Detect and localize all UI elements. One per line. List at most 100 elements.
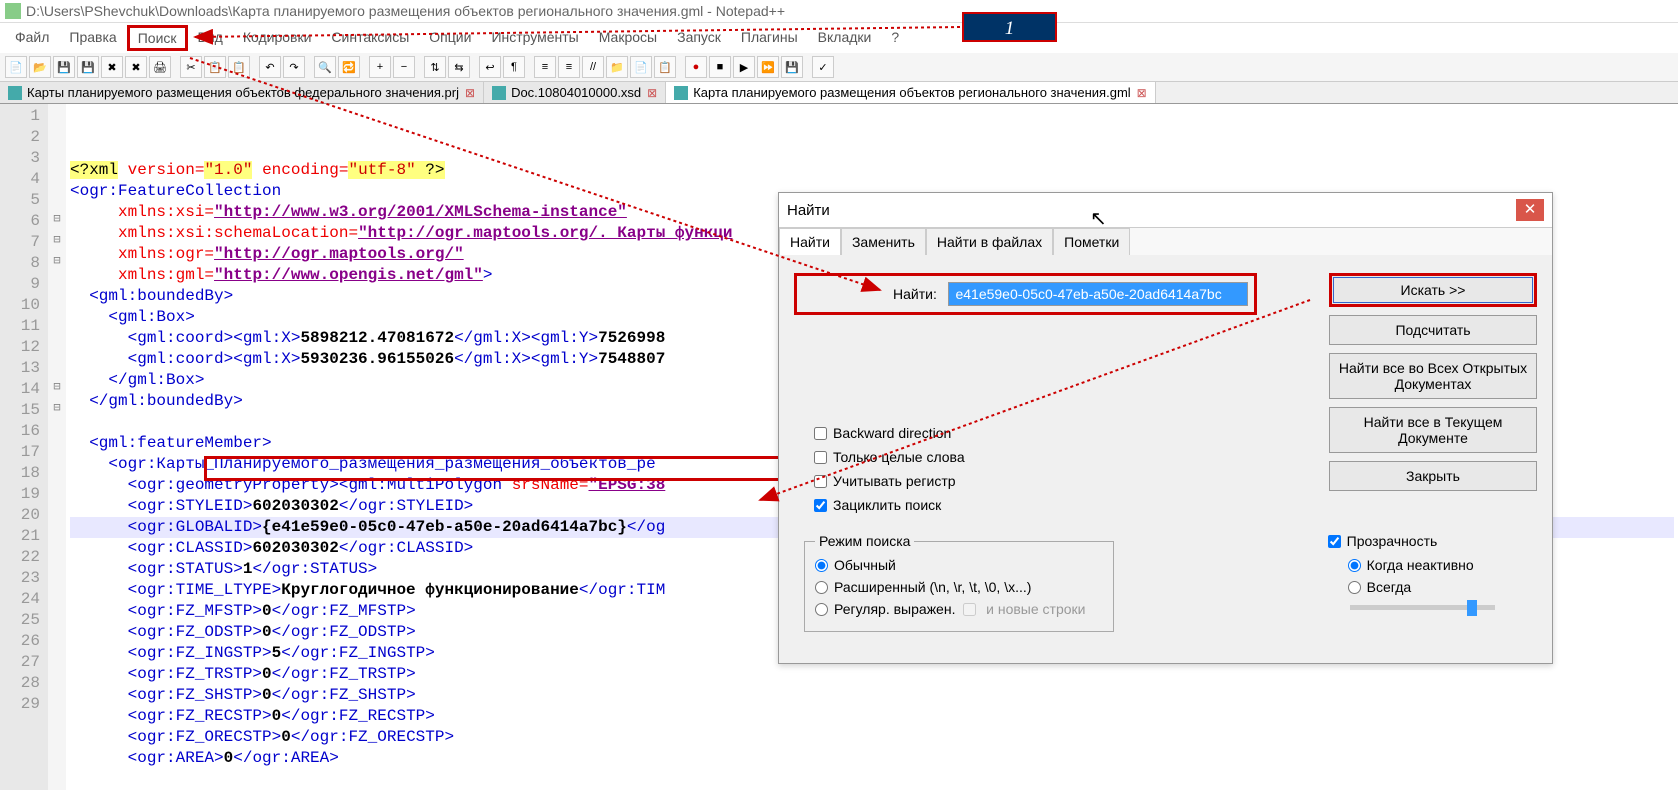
stop-icon[interactable]: ■: [709, 56, 731, 78]
zoom-out-icon[interactable]: −: [393, 56, 415, 78]
mode-extended-radio[interactable]: Расширенный (\n, \r, \t, \0, \x...): [815, 579, 1103, 595]
menu-item[interactable]: Кодировки: [233, 25, 322, 51]
file-icon: [8, 86, 22, 100]
search-mode-legend: Режим поиска: [815, 533, 914, 549]
find-tab[interactable]: Найти: [779, 228, 841, 255]
save-macro-icon[interactable]: 💾: [781, 56, 803, 78]
open-file-icon[interactable]: 📂: [29, 56, 51, 78]
menu-item[interactable]: Вид: [188, 25, 233, 51]
tab-bar: Карты планируемого размещения объектов ф…: [0, 82, 1678, 104]
sync-v-icon[interactable]: ⇅: [424, 56, 446, 78]
save-all-icon[interactable]: 💾: [77, 56, 99, 78]
menu-item[interactable]: Вкладки: [808, 25, 882, 51]
find-tab[interactable]: Заменить: [841, 228, 926, 255]
close-icon[interactable]: ✖: [101, 56, 123, 78]
app-icon: [5, 3, 21, 19]
undo-icon[interactable]: ↶: [259, 56, 281, 78]
menu-bar: ФайлПравкаПоискВидКодировкиСинтаксисыОпц…: [0, 23, 1678, 53]
count-button[interactable]: Подсчитать: [1329, 315, 1537, 345]
menu-item[interactable]: Инструменты: [481, 25, 588, 51]
close-icon[interactable]: ✕: [1516, 199, 1544, 221]
title-bar: D:\Users\PShevchuk\Downloads\Карта плани…: [0, 0, 1678, 23]
fold-column[interactable]: ⊟⊟⊟⊟⊟: [48, 104, 66, 790]
tab-label: Карты планируемого размещения объектов ф…: [27, 85, 459, 100]
menu-item[interactable]: Файл: [5, 25, 59, 51]
find-input[interactable]: [948, 282, 1248, 306]
close-button[interactable]: Закрыть: [1329, 461, 1537, 491]
wrap-icon[interactable]: ↩: [479, 56, 501, 78]
menu-item[interactable]: ?: [881, 25, 909, 51]
trans-inactive-radio[interactable]: Когда неактивно: [1348, 557, 1495, 573]
window-title: D:\Users\PShevchuk\Downloads\Карта плани…: [26, 3, 785, 19]
tab-close-icon[interactable]: ⊠: [465, 86, 475, 100]
indent-icon[interactable]: ≡: [534, 56, 556, 78]
save-icon[interactable]: 💾: [53, 56, 75, 78]
find-all-current-button[interactable]: Найти все в Текущем Документе: [1329, 407, 1537, 453]
menu-item[interactable]: Синтаксисы: [321, 25, 419, 51]
code-line[interactable]: <ogr:AREA>0</ogr:AREA>: [70, 748, 1674, 769]
code-line[interactable]: <?xml version="1.0" encoding="utf-8" ?>: [70, 160, 1674, 181]
menu-item[interactable]: Макросы: [589, 25, 667, 51]
wrap-checkbox[interactable]: Зациклить поиск: [814, 497, 1537, 513]
search-mode-group: Режим поиска Обычный Расширенный (\n, \r…: [804, 533, 1114, 632]
file-tab[interactable]: Карты планируемого размещения объектов ф…: [0, 82, 484, 103]
menu-item[interactable]: Поиск: [127, 25, 188, 51]
menu-item[interactable]: Плагины: [731, 25, 808, 51]
find-tabs: НайтиЗаменитьНайти в файлахПометки: [779, 228, 1552, 255]
menu-item[interactable]: Запуск: [667, 25, 731, 51]
redo-icon[interactable]: ↷: [283, 56, 305, 78]
find-label: Найти:: [893, 286, 937, 302]
print-icon[interactable]: 🖨: [149, 56, 171, 78]
line-numbers: 1234567891011121314151617181920212223242…: [0, 104, 48, 790]
code-line[interactable]: <ogr:FZ_TRSTP>0</ogr:FZ_TRSTP>: [70, 664, 1674, 685]
find-icon[interactable]: 🔍: [314, 56, 336, 78]
copy-icon[interactable]: 📋: [204, 56, 226, 78]
tab-close-icon[interactable]: ⊠: [647, 86, 657, 100]
comment-icon[interactable]: //: [582, 56, 604, 78]
callout-1: 1: [962, 12, 1057, 42]
transparency-checkbox[interactable]: Прозрачность: [1328, 533, 1495, 549]
find-dialog-title: Найти: [787, 202, 830, 219]
code-line[interactable]: <ogr:FZ_SHSTP>0</ogr:FZ_SHSTP>: [70, 685, 1674, 706]
find-input-highlight: Найти:: [794, 273, 1257, 315]
zoom-in-icon[interactable]: +: [369, 56, 391, 78]
menu-item[interactable]: Опции: [419, 25, 481, 51]
show-all-icon[interactable]: ¶: [503, 56, 525, 78]
find-dialog-title-bar[interactable]: Найти ✕: [779, 193, 1552, 228]
outdent-icon[interactable]: ≡: [558, 56, 580, 78]
mode-regex-radio[interactable]: Регуляр. выражен. и новые строки: [815, 601, 1103, 617]
tab-label: Doc.10804010000.xsd: [511, 85, 641, 100]
code-line[interactable]: <ogr:FZ_RECSTP>0</ogr:FZ_RECSTP>: [70, 706, 1674, 727]
code-line[interactable]: <ogr:FZ_ORECSTP>0</ogr:FZ_ORECSTP>: [70, 727, 1674, 748]
new-file-icon[interactable]: 📄: [5, 56, 27, 78]
tab-label: Карта планируемого размещения объектов р…: [693, 85, 1130, 100]
trans-always-radio[interactable]: Всегда: [1348, 579, 1495, 595]
doc-map-icon[interactable]: 📄: [630, 56, 652, 78]
mode-normal-radio[interactable]: Обычный: [815, 557, 1103, 573]
file-icon: [492, 86, 506, 100]
close-all-icon[interactable]: ✖: [125, 56, 147, 78]
play-multi-icon[interactable]: ⏩: [757, 56, 779, 78]
toolbar: 📄 📂 💾 💾 ✖ ✖ 🖨 ✂ 📋 📋 ↶ ↷ 🔍 🔁 + − ⇅ ⇆ ↩ ¶ …: [0, 53, 1678, 82]
cursor-icon: ↖: [1090, 206, 1107, 231]
spellcheck-icon[interactable]: ✓: [812, 56, 834, 78]
file-icon: [674, 86, 688, 100]
file-tab[interactable]: Карта планируемого размещения объектов р…: [666, 82, 1156, 103]
search-button[interactable]: Искать >>: [1329, 273, 1537, 307]
transparency-group: Прозрачность Когда неактивно Всегда: [1328, 533, 1495, 610]
function-list-icon[interactable]: 📋: [654, 56, 676, 78]
file-tab[interactable]: Doc.10804010000.xsd ⊠: [484, 82, 666, 103]
paste-icon[interactable]: 📋: [228, 56, 250, 78]
cut-icon[interactable]: ✂: [180, 56, 202, 78]
replace-icon[interactable]: 🔁: [338, 56, 360, 78]
transparency-slider[interactable]: [1350, 605, 1495, 610]
find-tab[interactable]: Пометки: [1053, 228, 1130, 255]
find-tab[interactable]: Найти в файлах: [926, 228, 1053, 255]
find-all-open-button[interactable]: Найти все во Всех Открытых Документах: [1329, 353, 1537, 399]
tab-close-icon[interactable]: ⊠: [1137, 86, 1147, 100]
menu-item[interactable]: Правка: [59, 25, 126, 51]
folder-icon[interactable]: 📁: [606, 56, 628, 78]
sync-h-icon[interactable]: ⇆: [448, 56, 470, 78]
record-icon[interactable]: ●: [685, 56, 707, 78]
play-icon[interactable]: ▶: [733, 56, 755, 78]
